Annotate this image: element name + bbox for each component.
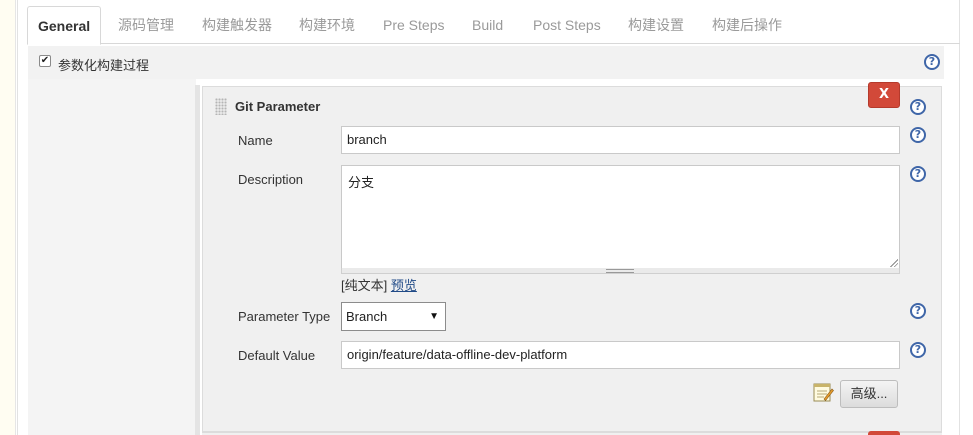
- tab-build[interactable]: Build: [472, 6, 503, 44]
- parameterized-build-checkbox[interactable]: ✔: [39, 55, 51, 67]
- tab-build-triggers[interactable]: 构建触发器: [202, 6, 272, 44]
- tab-post-steps[interactable]: Post Steps: [533, 6, 601, 44]
- parameterized-build-row: ✔ 参数化构建过程: [28, 46, 944, 79]
- delete-next-parameter-button[interactable]: [868, 431, 900, 435]
- left-column: [28, 79, 196, 435]
- help-icon[interactable]: ?: [910, 303, 926, 319]
- parameter-type-select[interactable]: Branch ▼: [341, 302, 446, 331]
- preview-link[interactable]: 预览: [391, 278, 417, 293]
- plain-text-label: [纯文本]: [341, 278, 388, 293]
- parameterized-build-label: 参数化构建过程: [58, 58, 150, 73]
- parameter-type-value: Branch: [346, 309, 388, 324]
- text-format-row: [纯文本] 预览: [341, 275, 417, 294]
- default-value-input[interactable]: origin/feature/data-offline-dev-platform: [341, 341, 900, 369]
- name-input[interactable]: branch: [341, 126, 900, 154]
- page-left-strip: [0, 0, 16, 435]
- parameter-type-label: Parameter Type: [238, 309, 331, 324]
- delete-parameter-button[interactable]: X: [868, 82, 900, 108]
- help-icon[interactable]: ?: [910, 166, 926, 182]
- name-label: Name: [238, 133, 273, 148]
- advanced-button[interactable]: 高级...: [840, 380, 898, 408]
- default-value-label: Default Value: [238, 348, 316, 363]
- help-icon[interactable]: ?: [910, 342, 926, 358]
- resize-grip-icon: [606, 269, 634, 273]
- tab-bar: General 源码管理 构建触发器 构建环境 Pre Steps Build …: [27, 6, 960, 45]
- tab-post-build-actions[interactable]: 构建后操作: [712, 6, 782, 44]
- help-icon[interactable]: ?: [910, 127, 926, 143]
- description-label: Description: [238, 172, 304, 187]
- notepad-icon[interactable]: [812, 381, 834, 403]
- help-icon[interactable]: ?: [910, 99, 926, 115]
- tab-pre-steps[interactable]: Pre Steps: [383, 6, 444, 44]
- description-text: 分支: [348, 175, 375, 190]
- left-column-edge: [195, 85, 200, 435]
- drag-handle-icon[interactable]: [215, 98, 227, 115]
- tab-general[interactable]: General: [27, 6, 102, 45]
- resize-corner-icon[interactable]: [889, 258, 898, 267]
- dropdown-arrow-icon: ▼: [429, 311, 439, 322]
- tab-build-settings[interactable]: 构建设置: [628, 6, 684, 44]
- parameter-block-title: Git Parameter: [235, 99, 321, 114]
- tab-source-control[interactable]: 源码管理: [118, 6, 174, 44]
- tab-build-environment[interactable]: 构建环境: [299, 6, 355, 44]
- help-icon[interactable]: ?: [924, 54, 940, 70]
- description-textarea[interactable]: 分支: [341, 165, 900, 269]
